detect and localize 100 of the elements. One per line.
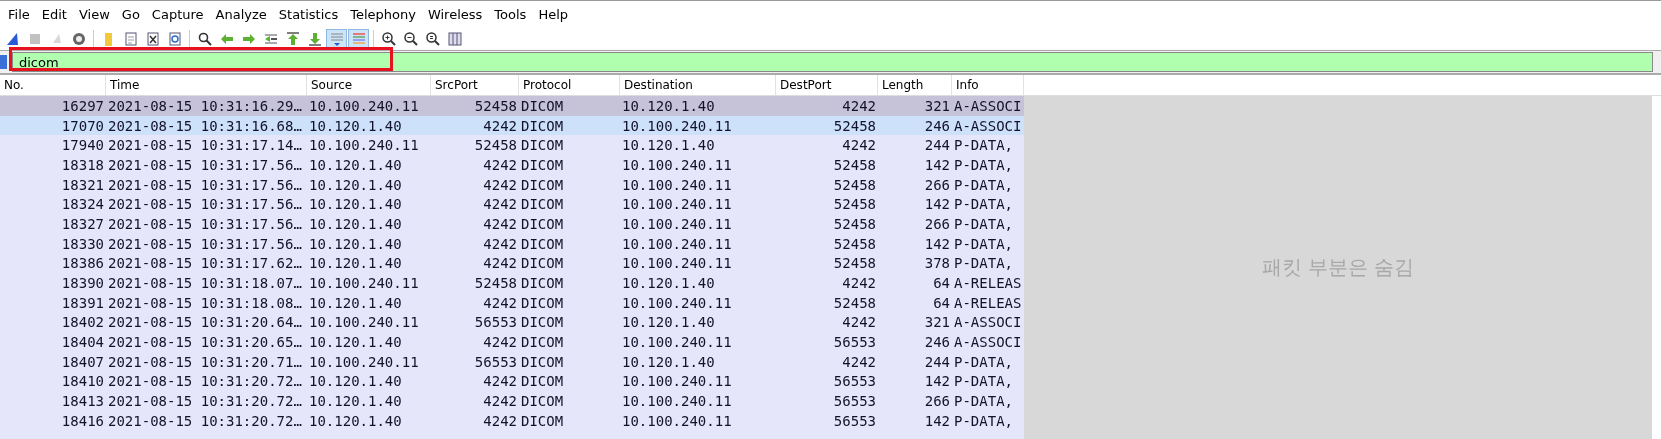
port-cell-text: 4242 [841,275,877,292]
destination-cell-text: 10.120.1.40 [621,314,716,331]
packet-number: 18413 [60,393,105,410]
port-cell-text: 4242 [482,334,518,351]
packet-row[interactable]: 17070 2021-08-15 10:31:16.68… 10.120.1.40 4242 DICOM 10.100.240.11 52458 246 A-ASSOCI [0,115,1024,136]
display-filter-field[interactable]: dicom [12,52,1653,72]
port-cell-text: 4242 [482,393,518,410]
length-cell-text: 378 [923,255,951,272]
packet-number: 18391 [60,294,105,311]
destination-cell-text: 10.100.240.11 [621,235,733,252]
port-cell-text: 56553 [832,412,877,429]
protocol-cell-text: DICOM [520,314,565,331]
port-cell-text: 4242 [841,137,877,154]
destination-cell-text: 10.100.240.11 [621,176,733,193]
menu-item[interactable]: Edit [35,7,73,22]
source-cell-text: 10.100.240.11 [308,353,420,370]
menu-item[interactable]: View [72,7,116,22]
length-cell-text: 266 [923,215,951,232]
destination-cell-text: 10.100.240.11 [621,215,733,232]
info-cell-text: P-DATA, [953,393,1014,410]
info-cell-text: P-DATA, [953,215,1014,232]
source-cell-text: 10.120.1.40 [308,196,403,213]
source-cell-text: 10.120.1.40 [308,215,403,232]
protocol-cell-text: DICOM [520,156,565,173]
length-cell-text: 266 [923,176,951,193]
protocol-cell-text: DICOM [520,255,565,272]
destination-cell-text: 10.120.1.40 [621,137,716,154]
source-cell-text: 10.120.1.40 [308,373,403,390]
length-cell-text: 64 [932,275,951,292]
protocol-cell-text: DICOM [520,334,565,351]
time-cell-text: 2021-08-15 10:31:16.29… [107,97,303,114]
port-cell-text: 52458 [832,156,877,173]
info-cell-text: P-DATA, [953,156,1014,173]
packet-number: 18402 [60,314,105,331]
protocol-cell-text: DICOM [520,235,565,252]
menu-item[interactable]: Telephony [344,7,422,22]
time-cell-text: 2021-08-15 10:31:18.07… [107,275,303,292]
time-cell-text: 2021-08-15 10:31:17.56… [107,215,303,232]
column-header[interactable]: Protocol [519,75,620,95]
length-cell-text: 246 [923,117,951,134]
column-header[interactable]: Length [878,75,952,95]
folder-icon [105,32,112,46]
destination-cell-text: 10.120.1.40 [621,97,716,114]
info-cell-text: P-DATA, [953,373,1014,390]
menu-item[interactable]: Wireless [421,7,489,22]
zoom-in-icon [380,31,397,47]
menu-item[interactable]: Go [115,7,146,22]
reload-icon [166,31,183,47]
port-cell-text: 4242 [482,156,518,173]
column-header[interactable]: Destination [620,75,776,95]
destination-cell-text: 10.100.240.11 [621,117,733,134]
port-cell-text: 4242 [841,97,877,114]
resize-columns-icon [446,31,463,47]
port-cell-text: 4242 [482,196,518,213]
menu-item[interactable]: Statistics [272,7,345,22]
port-cell-text: 4242 [482,215,518,232]
time-cell-text: 2021-08-15 10:31:17.56… [107,156,303,173]
column-header[interactable]: SrcPort [431,75,519,95]
time-cell-text: 2021-08-15 10:31:20.64… [107,314,303,331]
packet-row[interactable]: 16297 2021-08-15 10:31:16.29… 10.100.240.11 52458 DICOM 10.120.1.40 4242 321 A-ASSOCI [0,96,1024,116]
port-cell-text: 4242 [841,314,877,331]
column-header[interactable]: Info [952,75,1024,95]
length-cell-text: 244 [923,353,951,370]
protocol-cell-text: DICOM [520,97,565,114]
info-cell-text: A-ASSOCI [953,117,1023,134]
info-cell-text: P-DATA, [953,353,1014,370]
column-header[interactable]: DestPort [776,75,878,95]
bookmark-icon[interactable] [0,54,8,70]
source-cell-text: 10.120.1.40 [308,117,403,134]
port-cell-text: 52458 [832,117,877,134]
port-cell-text: 52458 [832,196,877,213]
port-cell-text: 4242 [841,353,877,370]
column-header[interactable]: Source [307,75,431,95]
destination-cell-text: 10.100.240.11 [621,373,733,390]
source-cell-text: 10.120.1.40 [308,255,403,272]
destination-cell-text: 10.100.240.11 [621,255,733,272]
info-cell-text: P-DATA, [953,255,1014,272]
autoscroll-icon [328,31,345,47]
length-cell-text: 142 [923,412,951,429]
info-cell-text: P-DATA, [953,137,1014,154]
colorize-icon [350,31,367,47]
menu-item[interactable]: File [2,7,36,22]
protocol-cell-text: DICOM [520,117,565,134]
destination-cell-text: 10.100.240.11 [621,196,733,213]
packet-number: 18407 [60,353,105,370]
info-cell-text: P-DATA, [953,176,1014,193]
length-cell-text: 142 [923,373,951,390]
column-header[interactable]: No. [0,75,106,95]
packet-number: 17940 [60,137,105,154]
menu-item[interactable]: Help [532,7,574,22]
source-cell-text: 10.120.1.40 [308,176,403,193]
menu-item[interactable]: Tools [488,7,533,22]
menu-item[interactable]: Analyze [209,7,273,22]
protocol-cell-text: DICOM [520,176,565,193]
zoom-out-icon [402,31,419,47]
menu-item[interactable]: Capture [145,7,210,22]
shark-fin-icon [4,31,21,47]
column-header[interactable]: Time [106,75,307,95]
packet-number: 16297 [60,97,105,114]
destination-cell-text: 10.100.240.11 [621,412,733,429]
